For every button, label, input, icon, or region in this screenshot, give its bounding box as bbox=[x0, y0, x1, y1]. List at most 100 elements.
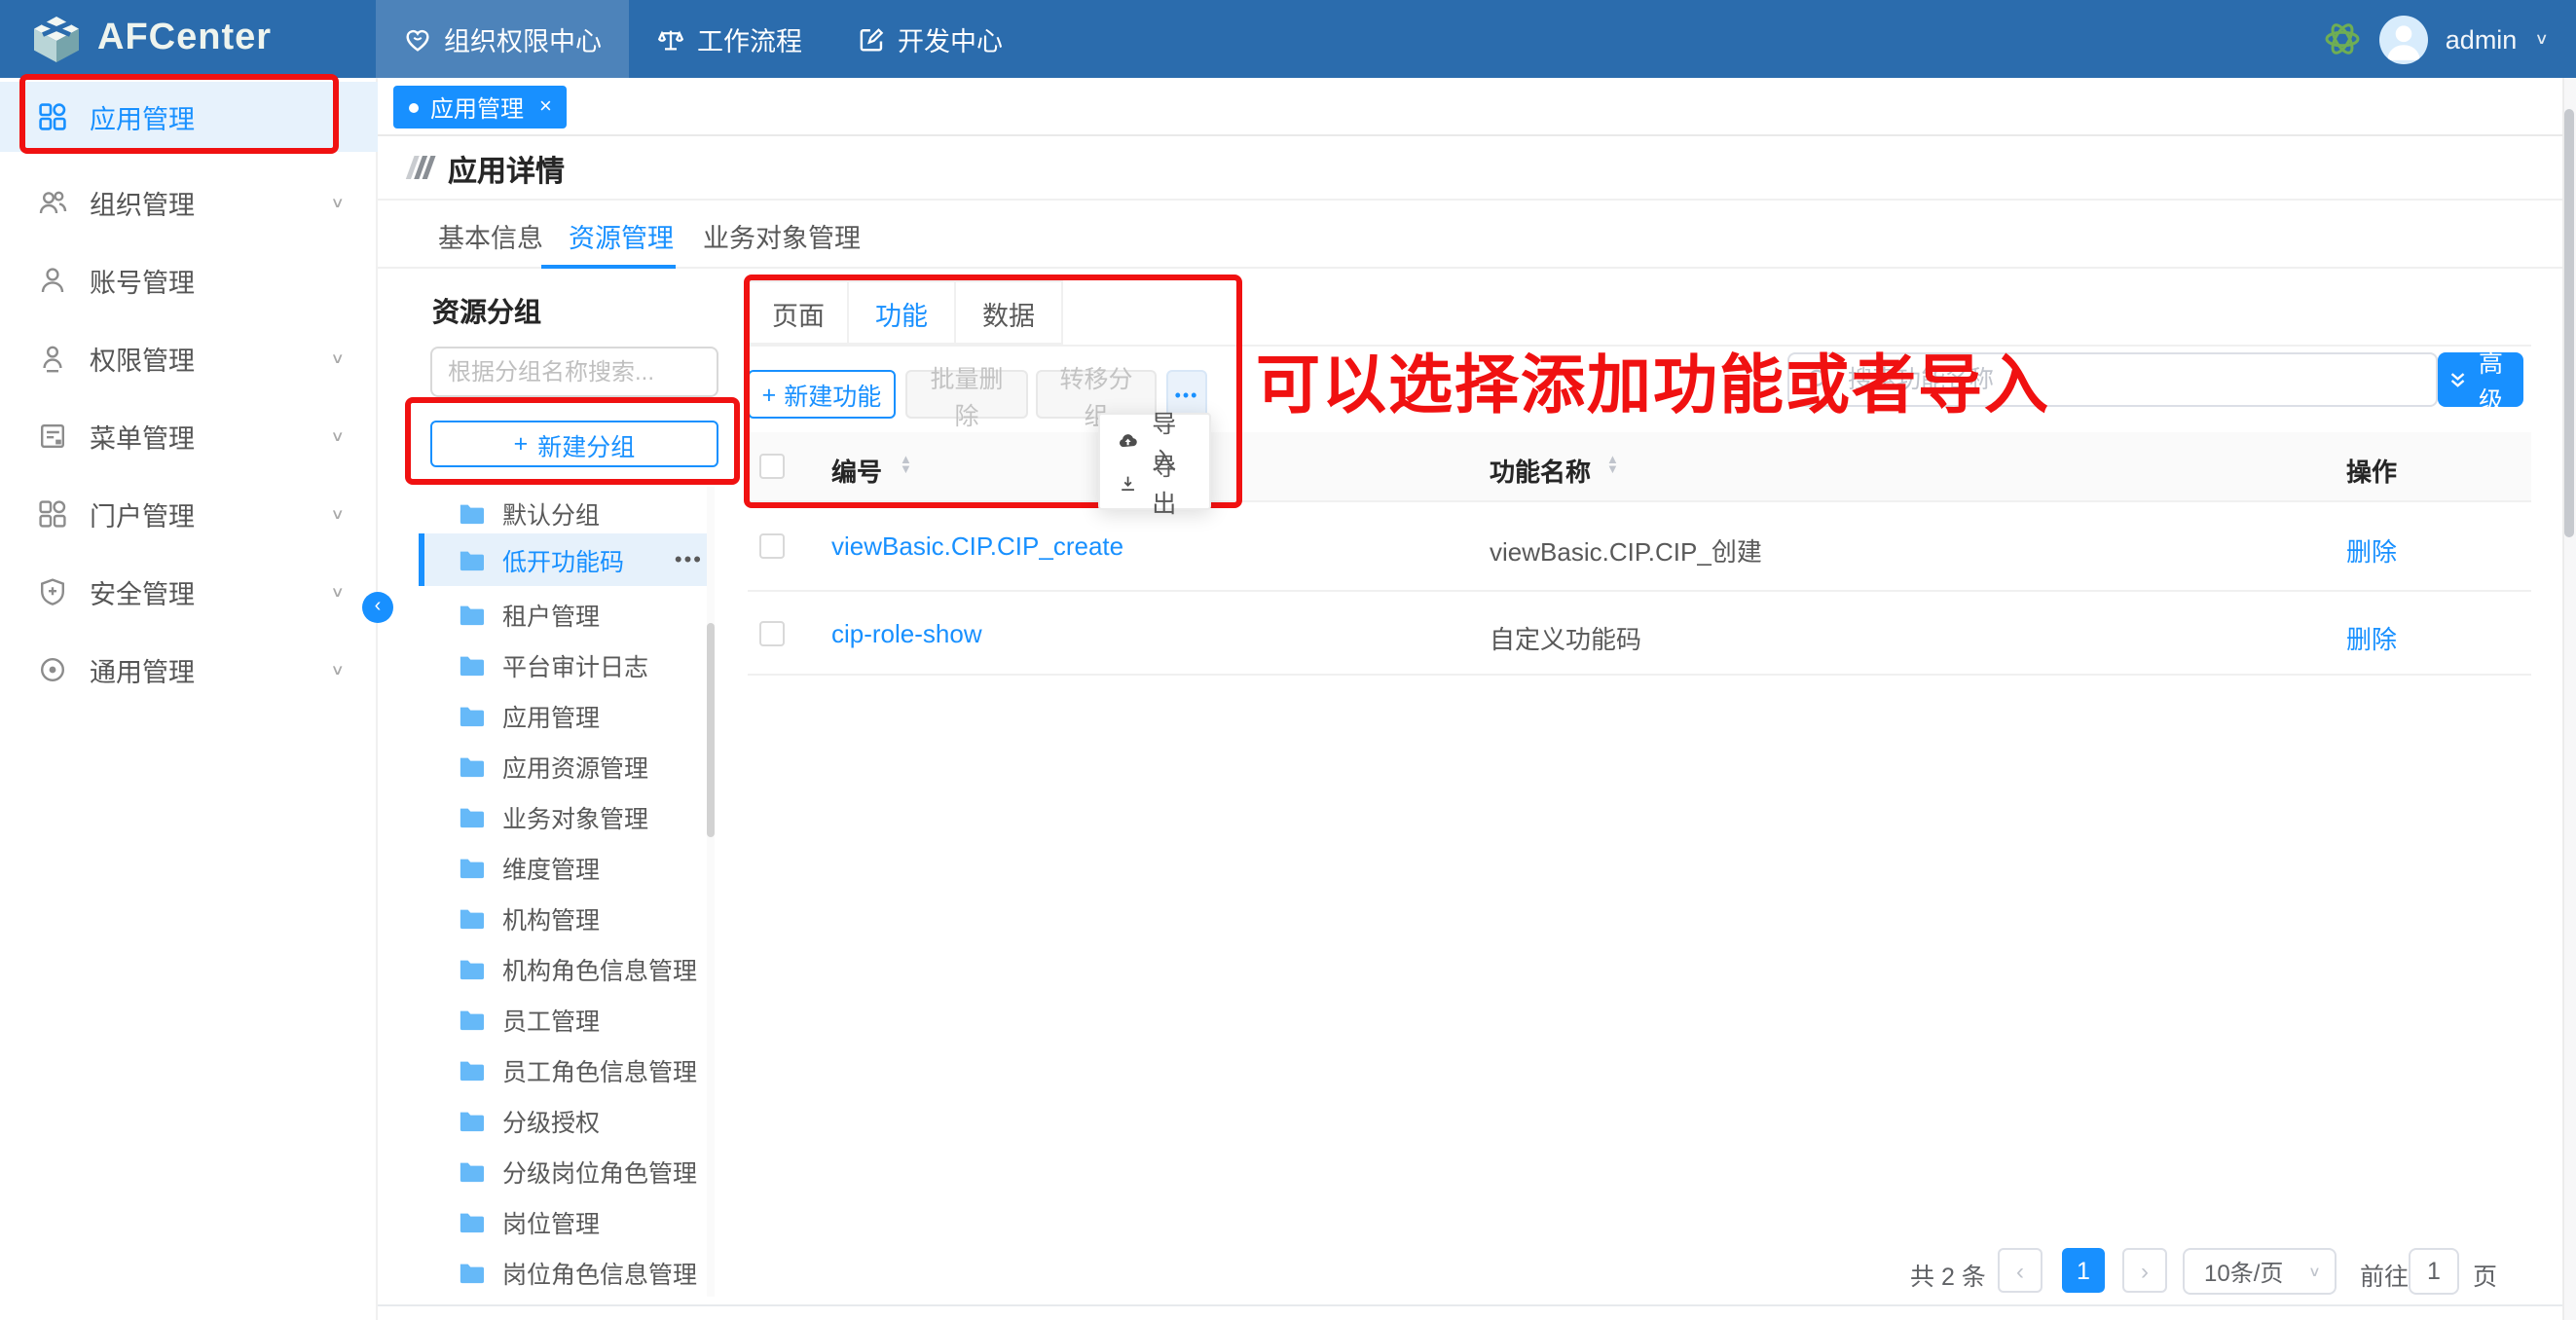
sidebar: 应用管理 租户管理 组织管理 ∨ 账号管理 bbox=[0, 78, 378, 1320]
resource-tab-function[interactable]: 功能 bbox=[847, 280, 956, 345]
goto-page-input[interactable] bbox=[2409, 1248, 2459, 1295]
group-item[interactable]: 岗位管理 bbox=[419, 1195, 715, 1246]
page-title: 应用详情 bbox=[448, 150, 565, 191]
delete-link[interactable]: 删除 bbox=[2346, 532, 2397, 568]
new-group-button[interactable]: + 新建分组 bbox=[430, 421, 718, 467]
group-item[interactable]: 岗位角色信息管理 bbox=[419, 1246, 715, 1297]
close-icon[interactable]: × bbox=[539, 95, 552, 119]
group-label: 租户管理 bbox=[502, 595, 600, 632]
function-search-box bbox=[1787, 352, 2438, 407]
group-item[interactable]: 维度管理 bbox=[419, 841, 715, 892]
pagination-prev-button[interactable]: ‹ bbox=[1998, 1248, 2042, 1293]
slashes-icon bbox=[405, 152, 440, 183]
window-scrollbar-thumb[interactable] bbox=[2564, 109, 2574, 537]
extension-knot-icon[interactable] bbox=[2323, 19, 2362, 58]
sidebar-item-menu-management[interactable]: 菜单管理 ∨ bbox=[0, 397, 378, 475]
group-list-scrollbar-track[interactable] bbox=[707, 487, 715, 1297]
group-item[interactable]: 员工管理 bbox=[419, 993, 715, 1044]
tab-business-object-management[interactable]: 业务对象管理 bbox=[703, 216, 861, 255]
folder-icon bbox=[458, 1107, 485, 1132]
group-item[interactable]: 应用资源管理 bbox=[419, 740, 715, 790]
group-more-icon[interactable]: ••• bbox=[675, 548, 703, 571]
function-code-link[interactable]: cip-role-show bbox=[831, 619, 982, 648]
main-area: 应用管理 × 应用详情 基本信息 资源管理 业务对象管理 资源分组 bbox=[378, 78, 2576, 1320]
nav-workflow[interactable]: 工作流程 bbox=[629, 0, 829, 78]
menu-item-export[interactable]: 导出 bbox=[1100, 461, 1209, 504]
bulk-delete-label: 批量删除 bbox=[919, 357, 1014, 431]
sidebar-item-permission-management[interactable]: 权限管理 ∨ bbox=[0, 319, 378, 397]
group-label: 默认分组 bbox=[502, 494, 600, 531]
function-name: 自定义功能码 bbox=[1490, 619, 1641, 656]
user-icon bbox=[37, 265, 68, 296]
row-checkbox[interactable] bbox=[759, 621, 785, 646]
tab-basic-info[interactable]: 基本信息 bbox=[438, 216, 543, 255]
new-function-button[interactable]: + 新建功能 bbox=[748, 370, 896, 419]
folder-icon bbox=[458, 955, 485, 980]
group-item[interactable]: 机构管理 bbox=[419, 892, 715, 942]
group-item[interactable]: 租户管理 bbox=[419, 588, 715, 639]
resource-tab-page[interactable]: 页面 bbox=[748, 280, 849, 345]
group-label: 应用资源管理 bbox=[502, 747, 648, 784]
group-label: 业务对象管理 bbox=[502, 797, 648, 834]
workspace-tab-app-management[interactable]: 应用管理 × bbox=[393, 86, 568, 128]
delete-link[interactable]: 删除 bbox=[2346, 619, 2397, 656]
group-search-input[interactable] bbox=[430, 347, 718, 397]
sidebar-collapse-button[interactable]: ‹ bbox=[362, 592, 393, 623]
top-bar: AFCenter 组织权限中心 工作流程 bbox=[0, 0, 2576, 78]
sidebar-item-app-management[interactable]: 应用管理 bbox=[0, 82, 378, 152]
column-header-code[interactable]: 编号 bbox=[831, 452, 882, 489]
group-label: 岗位角色信息管理 bbox=[502, 1253, 697, 1290]
user-menu-chevron-icon[interactable]: ∨ bbox=[2534, 30, 2549, 48]
group-item[interactable]: 分级岗位角色管理 bbox=[419, 1145, 715, 1195]
function-code-link[interactable]: viewBasic.CIP.CIP_create bbox=[831, 532, 1123, 561]
advanced-search-button[interactable]: 高级 bbox=[2438, 352, 2523, 407]
group-label: 低开功能码 bbox=[502, 541, 624, 578]
select-all-checkbox[interactable] bbox=[759, 454, 785, 479]
more-dots-icon: ••• bbox=[1175, 385, 1199, 404]
group-item[interactable]: 机构角色信息管理 bbox=[419, 942, 715, 993]
folder-icon bbox=[458, 752, 485, 778]
group-item[interactable]: 默认分组 bbox=[419, 487, 715, 537]
sort-caret-icon[interactable]: ▲ ▼ bbox=[900, 456, 912, 475]
sidebar-item-portal-management[interactable]: 门户管理 ∨ bbox=[0, 475, 378, 553]
goto-label: 前往 bbox=[2360, 1256, 2409, 1293]
sidebar-item-general-management[interactable]: 通用管理 ∨ bbox=[0, 631, 378, 709]
workspace-tab-bar: 应用管理 × bbox=[378, 78, 2576, 136]
nav-label: 开发中心 bbox=[898, 19, 1003, 58]
function-search-input[interactable] bbox=[1844, 354, 2428, 405]
group-item[interactable]: 平台审计日志 bbox=[419, 639, 715, 689]
sidebar-item-label: 组织管理 bbox=[90, 183, 195, 222]
sidebar-item-label: 通用管理 bbox=[90, 650, 195, 689]
username[interactable]: admin bbox=[2446, 24, 2518, 54]
tab-resource-management[interactable]: 资源管理 bbox=[569, 216, 674, 255]
nav-dev-center[interactable]: 开发中心 bbox=[829, 0, 1030, 78]
sidebar-item-org-management[interactable]: 租户管理 组织管理 ∨ bbox=[0, 164, 378, 241]
bulk-delete-button[interactable]: 批量删除 bbox=[905, 370, 1028, 419]
nav-org-permission-center[interactable]: 组织权限中心 bbox=[376, 0, 629, 78]
export-label: 导出 bbox=[1152, 446, 1192, 520]
folder-icon bbox=[458, 803, 485, 828]
active-dot-icon bbox=[409, 102, 419, 112]
row-checkbox[interactable] bbox=[759, 533, 785, 559]
group-item[interactable]: 员工角色信息管理 bbox=[419, 1044, 715, 1094]
resource-tab-data[interactable]: 数据 bbox=[954, 280, 1063, 345]
pagination-total: 共 2 条 bbox=[1910, 1256, 1986, 1293]
sidebar-item-label: 菜单管理 bbox=[90, 417, 195, 456]
pagination-page-1[interactable]: 1 bbox=[2062, 1248, 2105, 1293]
sort-caret-icon[interactable]: ▲ ▼ bbox=[1606, 456, 1619, 475]
sidebar-item-label: 安全管理 bbox=[90, 572, 195, 611]
column-header-name[interactable]: 功能名称 bbox=[1490, 452, 1591, 489]
pagination-next-button[interactable]: › bbox=[2122, 1248, 2167, 1293]
group-item[interactable]: 分级授权 bbox=[419, 1094, 715, 1145]
user-avatar[interactable] bbox=[2379, 15, 2428, 63]
page-size-select[interactable]: 10条/页 ∨ bbox=[2183, 1248, 2337, 1295]
table-header: 编号 ▲ ▼ 功能名称 ▲ ▼ 操作 bbox=[748, 432, 2531, 502]
function-name: viewBasic.CIP.CIP_创建 bbox=[1490, 532, 1762, 568]
group-list-scrollbar-thumb[interactable] bbox=[707, 623, 715, 837]
group-item-selected[interactable]: 低开功能码 ••• bbox=[419, 533, 715, 586]
move-group-button[interactable]: 转移分组 bbox=[1036, 370, 1157, 419]
sidebar-item-security-management[interactable]: 安全管理 ∨ bbox=[0, 553, 378, 631]
sidebar-item-account-management[interactable]: 账号管理 bbox=[0, 241, 378, 319]
group-item[interactable]: 业务对象管理 bbox=[419, 790, 715, 841]
group-item[interactable]: 应用管理 bbox=[419, 689, 715, 740]
